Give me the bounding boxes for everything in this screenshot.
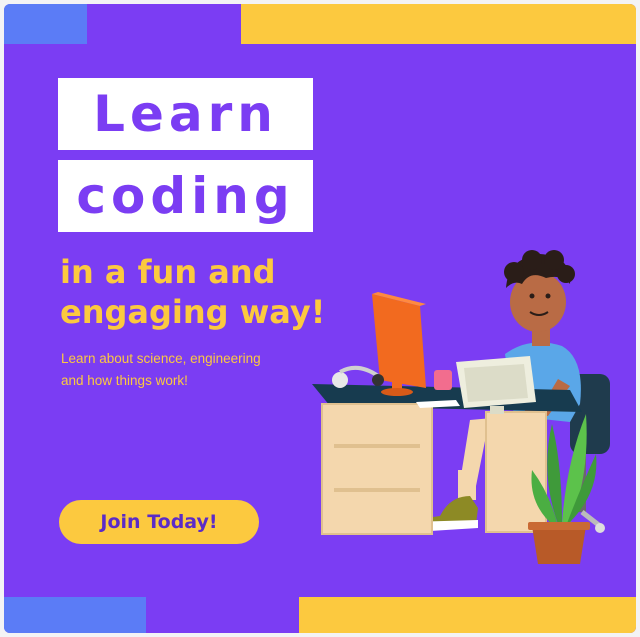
headphones-icon: [332, 365, 384, 388]
description: Learn about science, engineering and how…: [61, 348, 321, 392]
corner-block-top-left: [4, 4, 87, 44]
cup-icon: [434, 370, 452, 390]
description-line-1: Learn about science, engineering: [61, 351, 261, 366]
person-at-computer-desk-illustration: [312, 250, 610, 564]
heading-line-1-text: Learn: [93, 85, 278, 143]
join-today-label: Join Today!: [100, 511, 218, 533]
promo-card: Learn coding in a fun and engaging way! …: [4, 4, 636, 633]
heading-line-1: Learn: [58, 78, 313, 150]
heading-line-2-text: coding: [76, 167, 295, 225]
description-line-2: and how things work!: [61, 373, 188, 388]
corner-block-top-right: [241, 4, 636, 44]
join-today-button[interactable]: Join Today!: [59, 500, 259, 544]
corner-block-bottom-left: [4, 597, 146, 633]
corner-block-bottom-right: [299, 597, 636, 633]
heading-line-2: coding: [58, 160, 313, 232]
